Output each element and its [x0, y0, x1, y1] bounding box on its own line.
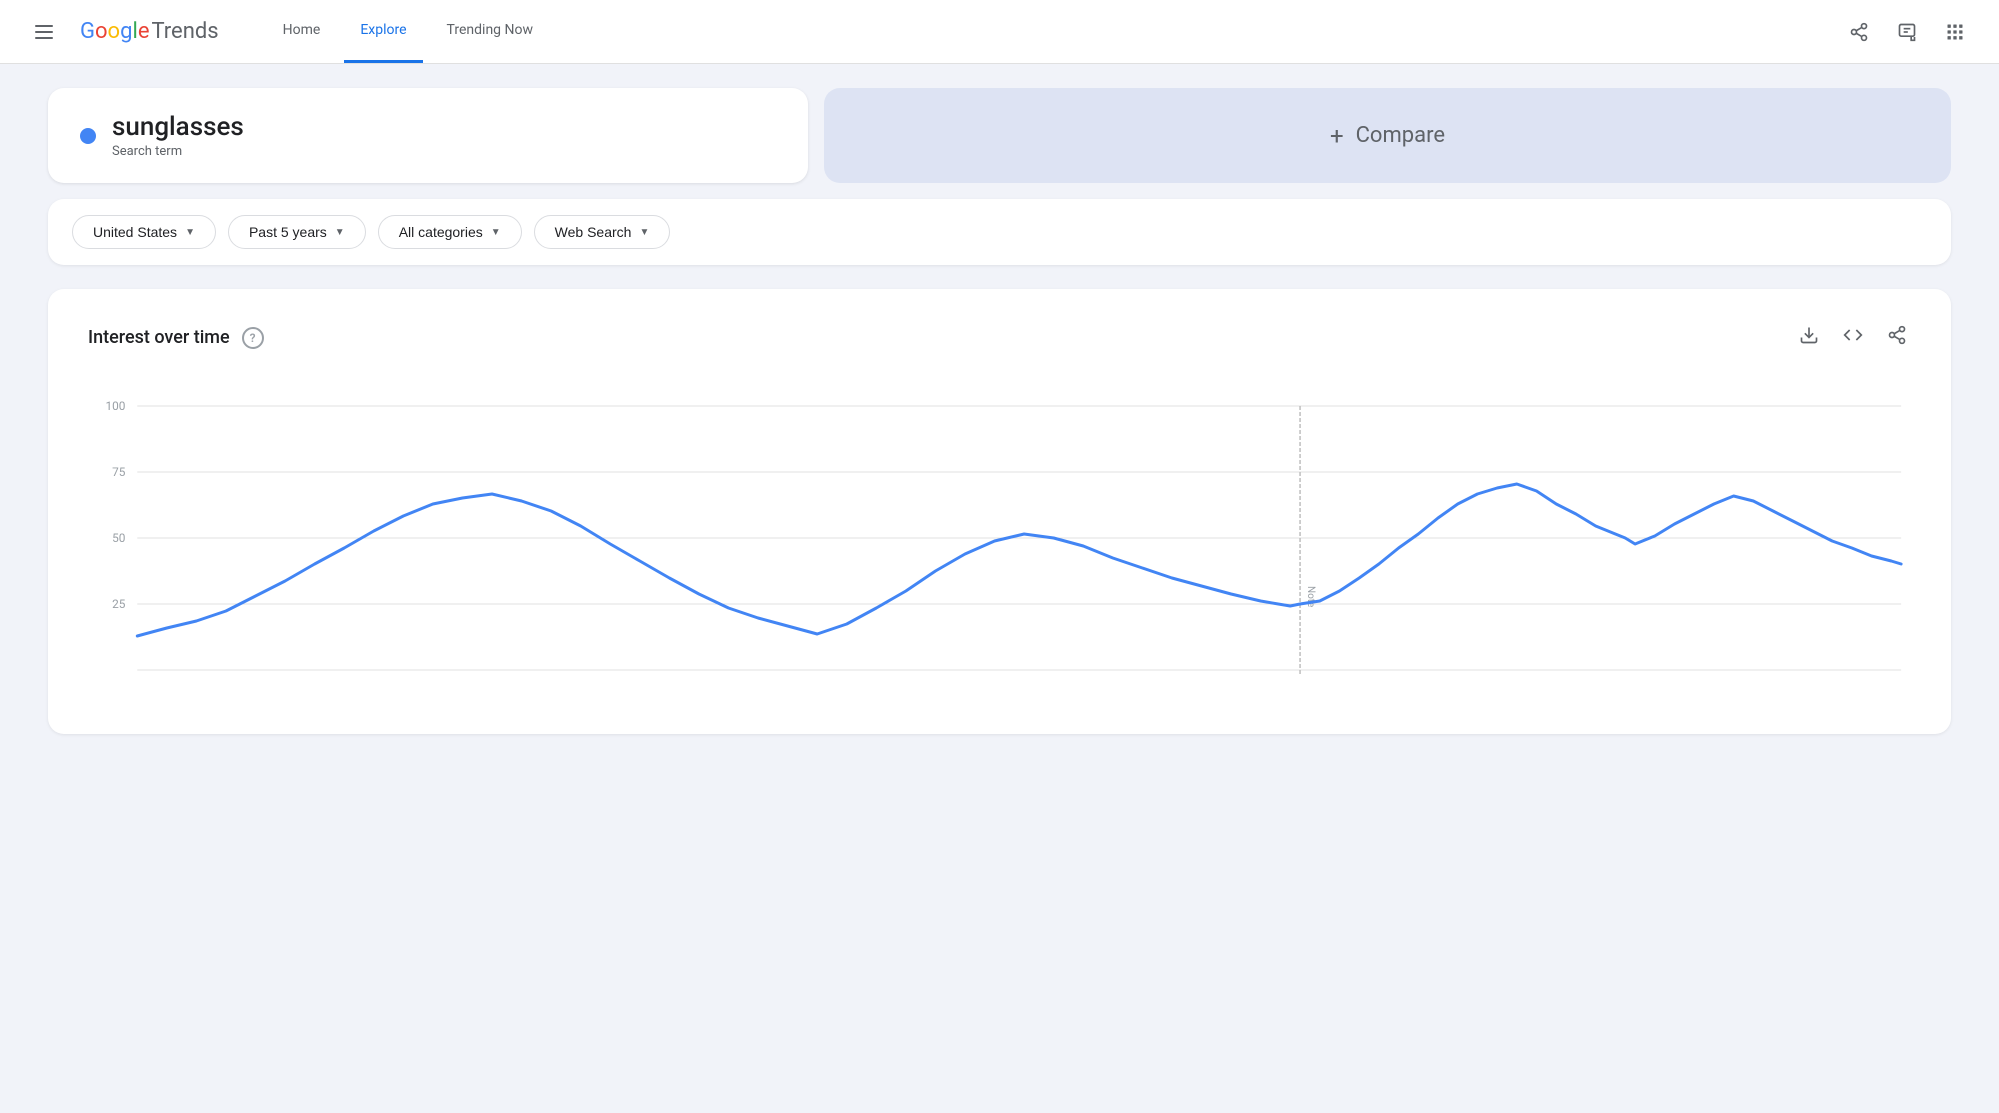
chart-section: Interest over time ? — [48, 289, 1951, 734]
logo-trends-label: Trends — [151, 19, 218, 44]
search-type-filter[interactable]: Web Search ▼ — [534, 215, 671, 249]
header-actions — [1839, 12, 1975, 52]
trend-chart: 100 75 50 25 Note — [88, 386, 1911, 706]
chart-actions — [1795, 321, 1911, 354]
search-box: sunglasses Search term — [48, 88, 808, 183]
search-type-label: Web Search — [555, 224, 632, 240]
share-chart-button[interactable] — [1883, 321, 1911, 354]
filter-row: United States ▼ Past 5 years ▼ All categ… — [48, 199, 1951, 265]
chart-container: 100 75 50 25 Note — [88, 386, 1911, 710]
chart-title: Interest over time — [88, 327, 230, 348]
search-text-group: sunglasses Search term — [112, 112, 244, 159]
compare-label: Compare — [1356, 123, 1445, 148]
search-row: sunglasses Search term + Compare — [48, 88, 1951, 183]
search-subtitle: Search term — [112, 144, 244, 159]
svg-text:100: 100 — [106, 399, 126, 413]
region-chevron: ▼ — [185, 227, 195, 238]
help-icon[interactable]: ? — [242, 327, 264, 349]
category-filter[interactable]: All categories ▼ — [378, 215, 522, 249]
svg-text:75: 75 — [112, 465, 126, 479]
nav-explore[interactable]: Explore — [344, 0, 422, 63]
search-dot — [80, 128, 96, 144]
header-left: Google Trends — [24, 12, 219, 52]
svg-text:25: 25 — [112, 597, 126, 611]
share-button[interactable] — [1839, 12, 1879, 52]
chart-header: Interest over time ? — [88, 321, 1911, 354]
region-filter[interactable]: United States ▼ — [72, 215, 216, 249]
svg-text:50: 50 — [112, 531, 126, 545]
apps-button[interactable] — [1935, 12, 1975, 52]
menu-button[interactable] — [24, 12, 64, 52]
time-chevron: ▼ — [335, 227, 345, 238]
embed-button[interactable] — [1839, 321, 1867, 354]
header-nav: Home Explore Trending Now — [267, 0, 549, 63]
main-content: sunglasses Search term + Compare United … — [0, 64, 1999, 758]
category-label: All categories — [399, 224, 483, 240]
feedback-button[interactable] — [1887, 12, 1927, 52]
time-filter[interactable]: Past 5 years ▼ — [228, 215, 366, 249]
time-label: Past 5 years — [249, 224, 327, 240]
nav-trending[interactable]: Trending Now — [431, 0, 549, 63]
region-label: United States — [93, 224, 177, 240]
logo[interactable]: Google Trends — [80, 19, 219, 44]
header: Google Trends Home Explore Trending Now — [0, 0, 1999, 64]
nav-home[interactable]: Home — [267, 0, 337, 63]
category-chevron: ▼ — [491, 227, 501, 238]
compare-box[interactable]: + Compare — [824, 88, 1951, 183]
search-type-chevron: ▼ — [639, 227, 649, 238]
download-button[interactable] — [1795, 321, 1823, 354]
search-term: sunglasses — [112, 112, 244, 142]
chart-title-group: Interest over time ? — [88, 327, 264, 349]
compare-plus-icon: + — [1330, 122, 1344, 150]
